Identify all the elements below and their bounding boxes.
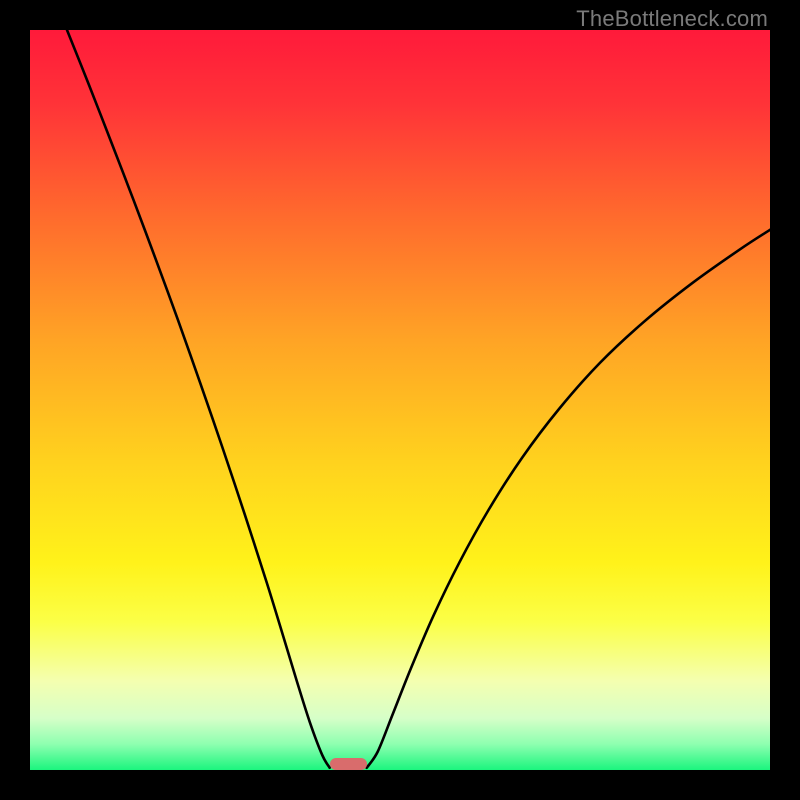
watermark-text: TheBottleneck.com [576, 6, 768, 32]
plot-area [30, 30, 770, 770]
optimal-range-marker [330, 758, 367, 770]
chart-frame: TheBottleneck.com [0, 0, 800, 800]
bottleneck-curve [30, 30, 770, 770]
